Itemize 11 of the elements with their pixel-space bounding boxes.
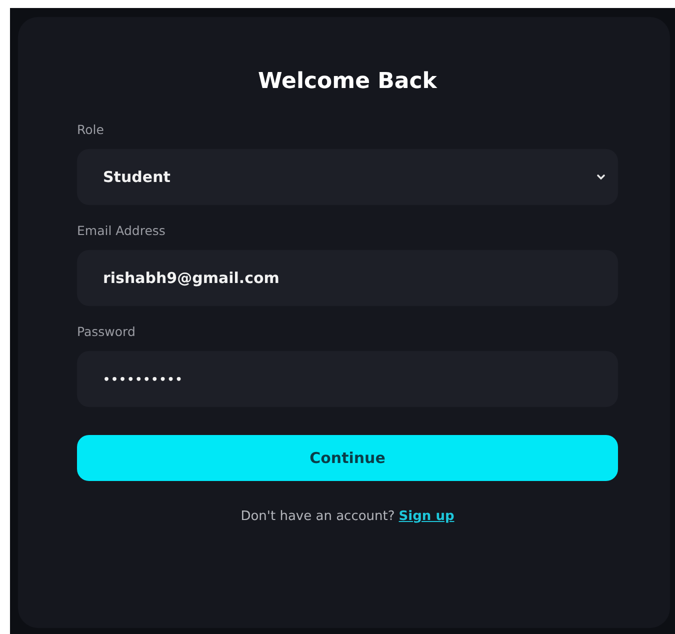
chevron-down-icon	[596, 173, 606, 181]
signup-link[interactable]: Sign up	[398, 509, 454, 524]
form-title: Welcome Back	[257, 69, 438, 94]
field-label: Email Address	[77, 223, 166, 238]
continue-button[interactable]: Continue	[77, 435, 618, 481]
password-field[interactable]: ••••••••••	[77, 351, 618, 407]
email-field[interactable]: rishabh9@gmail.com	[77, 250, 618, 306]
signup-prompt: Don't have an account?	[240, 509, 395, 524]
field-label: Password	[77, 324, 136, 339]
field-label: Role	[77, 122, 105, 137]
role-select[interactable]: Student	[77, 149, 618, 205]
